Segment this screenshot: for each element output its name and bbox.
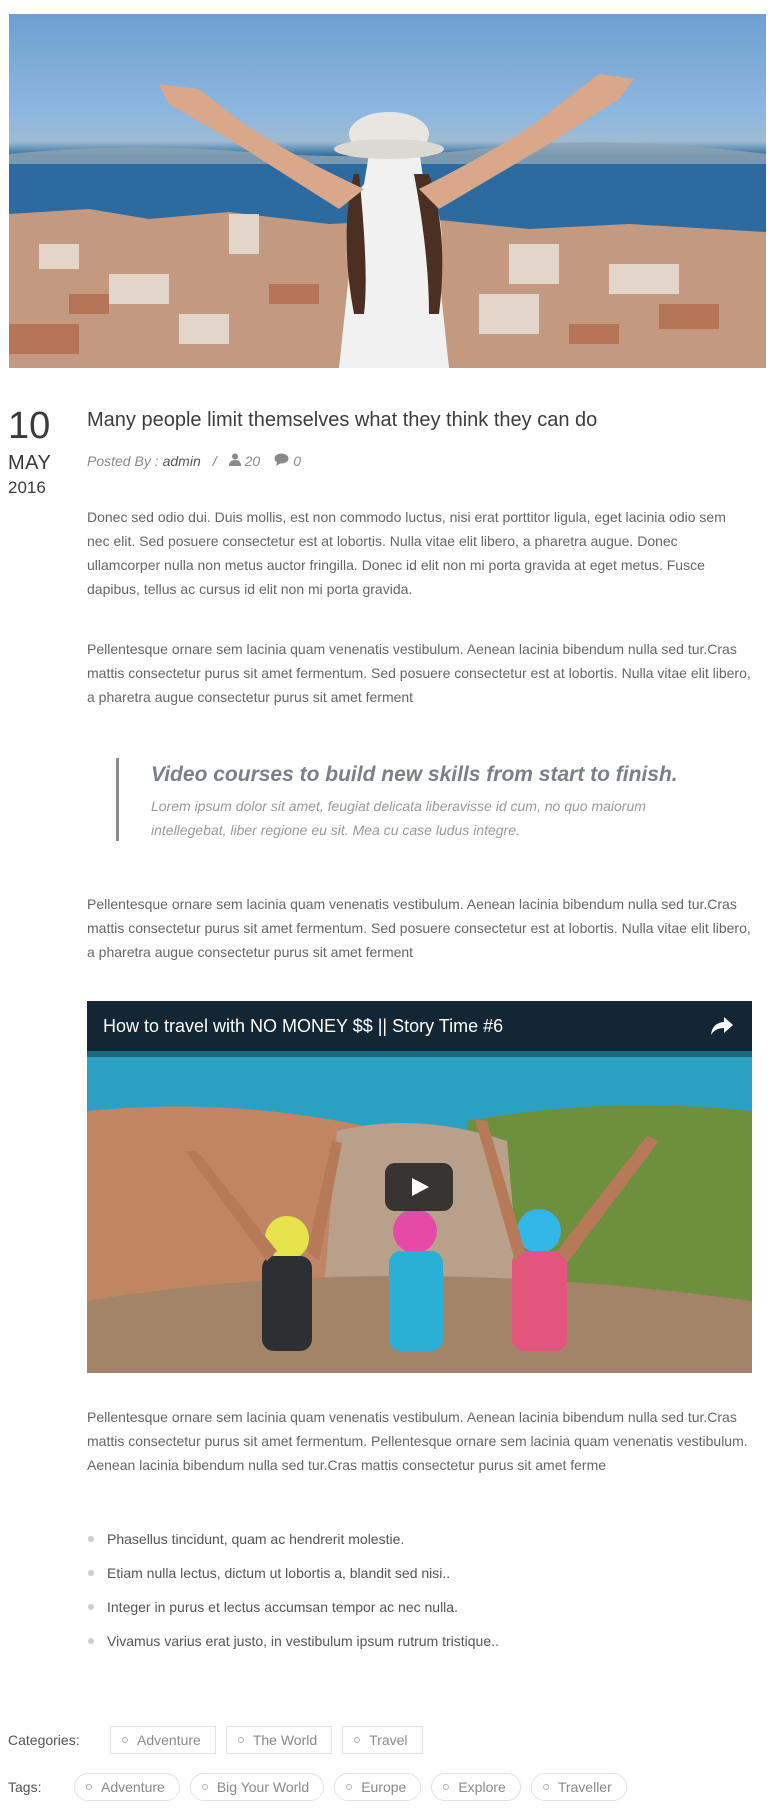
meta-separator: / (212, 453, 217, 469)
paragraph-1: Donec sed odio dui. Duis mollis, est non… (87, 509, 726, 597)
circle-icon (346, 1784, 353, 1790)
tag-label: Explore (458, 1779, 506, 1795)
share-arrow-icon[interactable] (710, 1015, 734, 1037)
tag-label: Traveller (557, 1779, 612, 1795)
post-date-day: 10 (8, 405, 51, 447)
circle-icon (201, 1784, 208, 1790)
tag-chip[interactable]: Traveller (530, 1773, 627, 1801)
tag-chip[interactable]: Adventure (74, 1773, 180, 1801)
category-chip[interactable]: The World (225, 1726, 333, 1754)
bullet-list: Phasellus tincidunt, quam ac hendrerit m… (87, 1527, 752, 1663)
paragraph-3: Pellentesque ornare sem lacinia quam ven… (87, 896, 751, 960)
category-label: The World (252, 1732, 318, 1748)
circle-icon (354, 1737, 361, 1743)
author-link[interactable]: admin (163, 453, 201, 469)
list-item: Vivamus varius erat justo, in vestibulum… (87, 1629, 752, 1663)
article-body: Many people limit themselves what they t… (87, 405, 752, 1649)
category-label: Travel (369, 1732, 408, 1748)
category-chip[interactable]: Travel (342, 1726, 423, 1754)
categories-row: Categories: Adventure The World Travel (8, 1726, 433, 1754)
tag-label: Adventure (101, 1779, 165, 1795)
hero-scene (9, 74, 766, 368)
circle-icon (443, 1784, 450, 1790)
circle-icon (122, 1737, 128, 1743)
quote-body: Lorem ipsum dolor sit amet, feugiat deli… (151, 798, 646, 838)
comment-icon (274, 453, 289, 469)
tags-label: Tags: (8, 1779, 42, 1795)
circle-icon (237, 1737, 244, 1743)
tag-chip[interactable]: Europe (334, 1773, 422, 1801)
comments-count[interactable]: 0 (293, 453, 301, 469)
tag-label: Big Your World (216, 1779, 310, 1795)
views-count: 20 (244, 453, 261, 469)
tags-row: Tags: Adventure Big Your World Europe Ex… (8, 1773, 637, 1801)
hero-image (9, 14, 766, 368)
category-label: Adventure (137, 1732, 201, 1748)
list-item: Phasellus tincidunt, quam ac hendrerit m… (87, 1527, 752, 1561)
post-title[interactable]: Many people limit themselves what they t… (87, 405, 752, 435)
video-embed[interactable]: How to travel with NO MONEY $$ || Story … (87, 1001, 752, 1373)
categories-label: Categories: (8, 1732, 80, 1748)
tag-chip[interactable]: Explore (431, 1773, 521, 1801)
posted-by-label: Posted By : (87, 453, 159, 469)
circle-icon (86, 1784, 92, 1790)
post-meta: Posted By : admin / 20 0 (87, 451, 752, 471)
tag-chip[interactable]: Big Your World (189, 1773, 325, 1801)
paragraph-4: Pellentesque ornare sem lacinia quam ven… (87, 1409, 748, 1473)
list-item: Etiam nulla lectus, dictum ut lobortis a… (87, 1561, 752, 1595)
quote-heading: Video courses to build new skills from s… (151, 763, 678, 786)
blockquote: Video courses to build new skills from s… (116, 758, 716, 841)
list-item: Integer in purus et lectus accumsan temp… (87, 1595, 752, 1629)
paragraph-2: Pellentesque ornare sem lacinia quam ven… (87, 641, 751, 705)
post-date-year: 2016 (8, 478, 46, 497)
user-icon (228, 453, 241, 469)
post-date-month: MAY (8, 452, 52, 474)
category-chip[interactable]: Adventure (110, 1726, 216, 1754)
post-date: 10 MAY 2016 (8, 405, 78, 499)
video-title[interactable]: How to travel with NO MONEY $$ || Story … (103, 1015, 503, 1037)
circle-icon (542, 1784, 549, 1790)
play-icon[interactable] (385, 1163, 453, 1211)
tag-label: Europe (361, 1779, 407, 1795)
